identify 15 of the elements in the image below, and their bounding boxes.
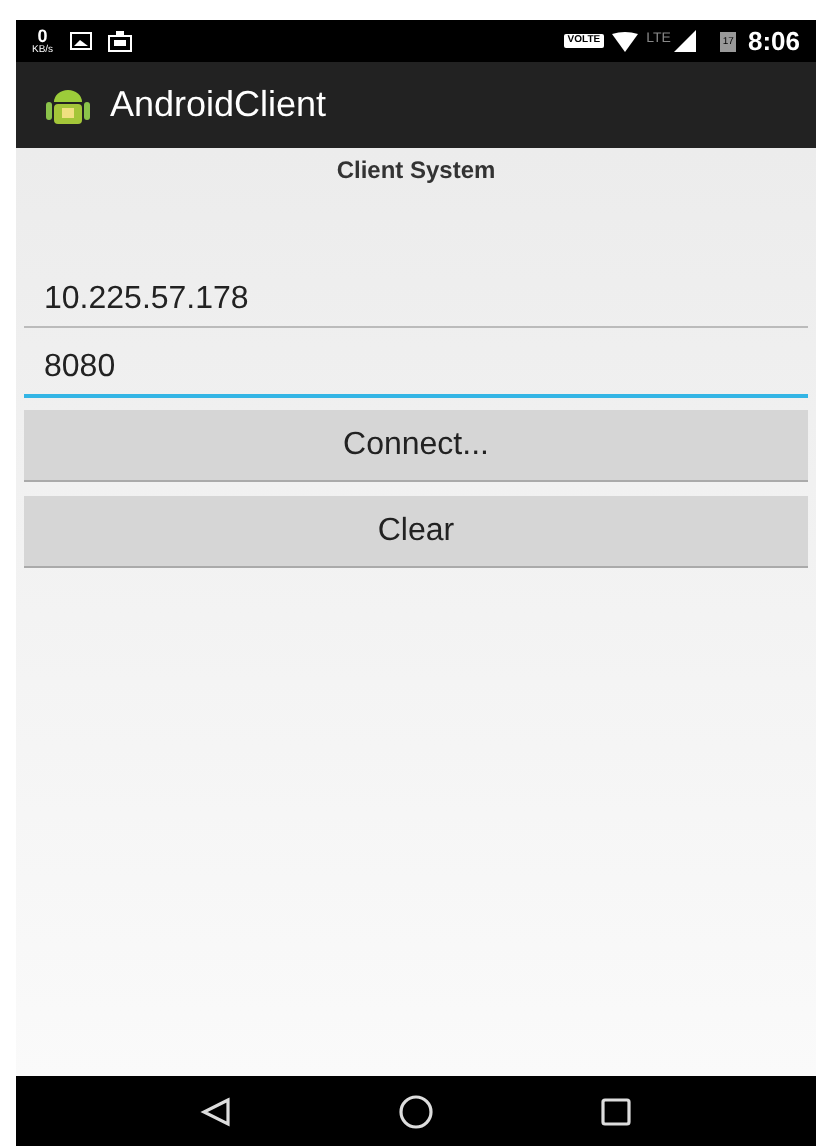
app-title: AndroidClient [110, 82, 327, 128]
screen-heading: Client System [334, 154, 498, 188]
input-field[interactable]: 10.225.57.178 [24, 272, 808, 328]
home-icon[interactable] [397, 1093, 434, 1129]
back-icon[interactable] [199, 1095, 232, 1127]
clock: 8:06 [747, 23, 800, 60]
briefcase-icon [107, 30, 132, 52]
recents-icon[interactable] [600, 1095, 633, 1127]
input-field[interactable]: 8080 [24, 342, 808, 398]
action-button[interactable]: Connect... [24, 410, 808, 482]
signal-icon [674, 30, 697, 52]
action-button[interactable]: Clear [24, 496, 808, 568]
image-icon [69, 32, 92, 50]
wifi-icon [612, 31, 639, 51]
speed-value: 0 [37, 27, 48, 45]
